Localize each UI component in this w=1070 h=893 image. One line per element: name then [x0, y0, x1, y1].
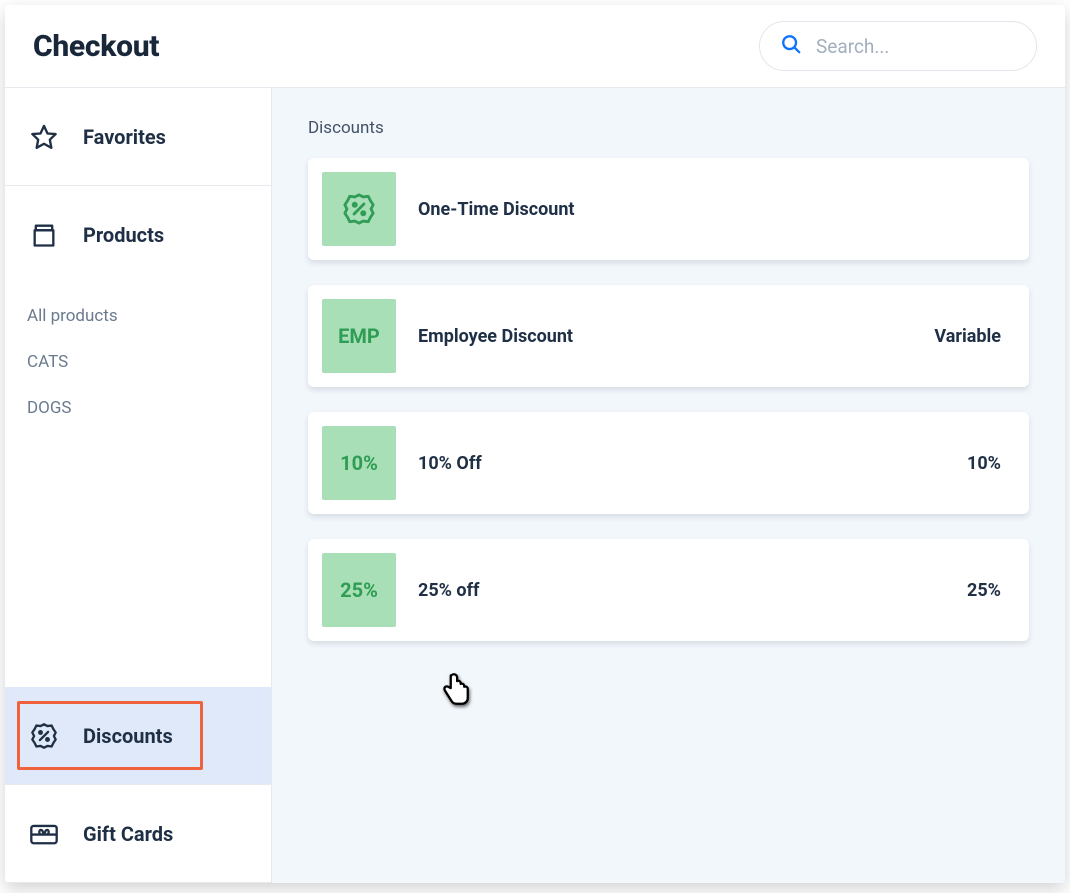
sidebar-item-label: Gift Cards: [83, 822, 173, 846]
header: Checkout: [5, 5, 1065, 88]
discount-value: 25%: [967, 580, 1001, 601]
sidebar-item-discounts[interactable]: Discounts: [5, 687, 271, 785]
section-heading: Discounts: [308, 118, 1029, 138]
discount-row[interactable]: EMP Employee Discount Variable: [308, 285, 1029, 387]
sidebar-item-products[interactable]: Products: [5, 186, 271, 284]
sidebar-subitem-cats[interactable]: CATS: [27, 352, 271, 372]
search-box[interactable]: [759, 21, 1037, 71]
app-frame: Checkout Favorites: [5, 5, 1065, 883]
sidebar: Favorites Products All products CATS DOG…: [5, 88, 272, 883]
discount-row[interactable]: One-Time Discount: [308, 158, 1029, 260]
discount-title: Employee Discount: [418, 326, 934, 347]
box-icon: [27, 221, 61, 249]
body: Favorites Products All products CATS DOG…: [5, 88, 1065, 883]
sidebar-item-label: Favorites: [83, 125, 166, 149]
sidebar-item-favorites[interactable]: Favorites: [5, 88, 271, 186]
sidebar-item-gift-cards[interactable]: Gift Cards: [5, 785, 271, 883]
sidebar-item-label: Products: [83, 223, 164, 247]
discount-thumb-text: EMP: [322, 299, 396, 373]
discount-thumb-icon: [322, 172, 396, 246]
search-input[interactable]: [816, 35, 1016, 58]
sidebar-subitem-all-products[interactable]: All products: [27, 306, 271, 326]
discount-value: Variable: [934, 326, 1001, 347]
discount-thumb-text: 25%: [322, 553, 396, 627]
discount-title: One-Time Discount: [418, 199, 1001, 220]
main-panel: Discounts One-Time Discount EMP Employ: [272, 88, 1065, 883]
discount-title: 25% off: [418, 580, 967, 601]
sidebar-item-label: Discounts: [83, 724, 173, 748]
discount-title: 10% Off: [418, 453, 967, 474]
discount-thumb-text: 10%: [322, 426, 396, 500]
spacer: [5, 418, 271, 687]
sidebar-subitem-dogs[interactable]: DOGS: [27, 398, 271, 418]
product-sublist: All products CATS DOGS: [5, 284, 271, 418]
page-title: Checkout: [33, 29, 159, 64]
discount-value: 10%: [967, 453, 1001, 474]
discount-row[interactable]: 10% 10% Off 10%: [308, 412, 1029, 514]
star-icon: [27, 123, 61, 151]
search-icon: [780, 33, 802, 59]
gift-card-icon: [27, 820, 61, 848]
percent-badge-icon: [27, 722, 61, 750]
discount-row[interactable]: 25% 25% off 25%: [308, 539, 1029, 641]
